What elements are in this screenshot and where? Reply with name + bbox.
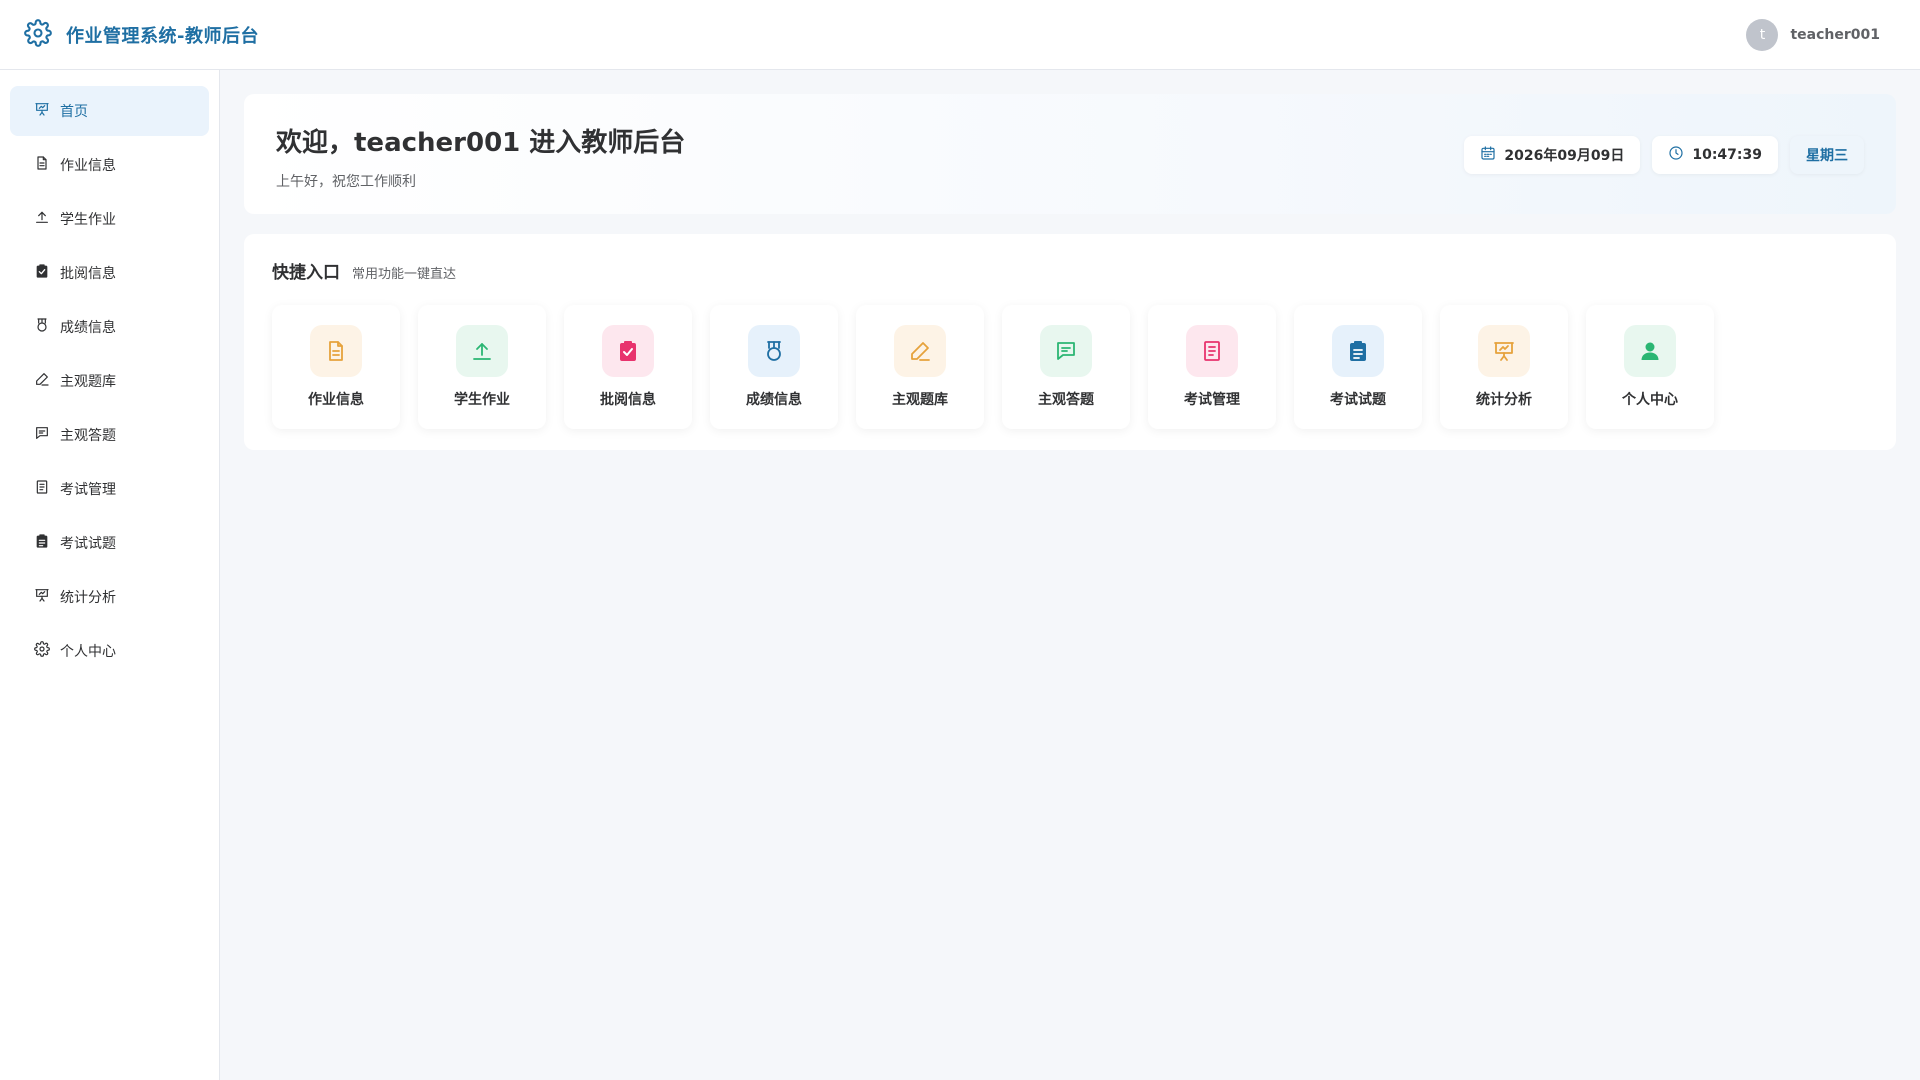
brand[interactable]: 作业管理系统-教师后台 xyxy=(24,18,259,51)
time-chip: 10:47:39 xyxy=(1652,136,1778,174)
quick-card-label: 批阅信息 xyxy=(600,392,656,408)
quick-card-label: 主观答题 xyxy=(1038,392,1094,408)
sidebar: 首页 作业信息 学生作业 批阅信息 成绩信息 主观题库 主观答题 考试管理 考试… xyxy=(0,70,220,1080)
quick-card-exam-questions[interactable]: 考试试题 xyxy=(1294,305,1422,429)
sidebar-item-label: 学生作业 xyxy=(60,212,116,228)
quick-card-label: 个人中心 xyxy=(1622,392,1678,408)
quick-card-personal-center[interactable]: 个人中心 xyxy=(1586,305,1714,429)
quick-card-label: 主观题库 xyxy=(892,392,948,408)
user-icon xyxy=(1624,325,1676,377)
calendar-icon xyxy=(1480,145,1496,165)
weekday-chip: 星期三 xyxy=(1790,136,1864,174)
welcome-banner: 欢迎，teacher001 进入教师后台 上午好，祝您工作顺利 2026年09月… xyxy=(244,94,1896,214)
medal-icon xyxy=(34,317,50,337)
chart-board-icon xyxy=(34,587,50,607)
quick-access-panel: 快捷入口 常用功能一键直达 作业信息 学生作业 批阅信息 成绩信息 主观题库 主… xyxy=(244,234,1896,450)
sidebar-item-grade-info[interactable]: 成绩信息 xyxy=(10,302,209,352)
quick-access-subtitle: 常用功能一键直达 xyxy=(352,267,457,282)
edit-pen-icon xyxy=(894,325,946,377)
sidebar-item-label: 统计分析 xyxy=(60,590,116,606)
sidebar-item-exam-management[interactable]: 考试管理 xyxy=(10,464,209,514)
chat-icon xyxy=(34,425,50,445)
sidebar-item-label: 成绩信息 xyxy=(60,320,116,336)
notebook-icon xyxy=(34,479,50,499)
clipboard-list-icon xyxy=(1332,325,1384,377)
sidebar-item-homework-info[interactable]: 作业信息 xyxy=(10,140,209,190)
sidebar-item-home[interactable]: 首页 xyxy=(10,86,209,136)
sidebar-item-label: 个人中心 xyxy=(60,644,116,660)
user-menu[interactable]: t teacher001 xyxy=(1746,18,1896,51)
sidebar-item-label: 批阅信息 xyxy=(60,266,116,282)
quick-card-label: 学生作业 xyxy=(454,392,510,408)
date-chip: 2026年09月09日 xyxy=(1464,136,1641,174)
quick-card-grade-info[interactable]: 成绩信息 xyxy=(710,305,838,429)
sidebar-item-label: 考试管理 xyxy=(60,482,116,498)
clipboard-check-icon xyxy=(34,263,50,283)
chat-icon xyxy=(1040,325,1092,377)
time-text: 10:47:39 xyxy=(1692,147,1762,163)
upload-icon xyxy=(34,209,50,229)
sidebar-item-label: 主观题库 xyxy=(60,374,116,390)
chart-board-icon xyxy=(1478,325,1530,377)
sidebar-item-subjective-answer[interactable]: 主观答题 xyxy=(10,410,209,460)
sidebar-item-label: 考试试题 xyxy=(60,536,116,552)
datetime-chips: 2026年09月09日 10:47:39 星期三 xyxy=(1464,136,1864,174)
quick-access-cards: 作业信息 学生作业 批阅信息 成绩信息 主观题库 主观答题 考试管理 考试试题 … xyxy=(272,305,1868,429)
top-header: 作业管理系统-教师后台 t teacher001 xyxy=(0,0,1920,70)
gear-icon xyxy=(24,18,52,51)
date-text: 2026年09月09日 xyxy=(1504,148,1625,164)
sidebar-item-student-homework[interactable]: 学生作业 xyxy=(10,194,209,244)
quick-card-review-info[interactable]: 批阅信息 xyxy=(564,305,692,429)
quick-card-statistics[interactable]: 统计分析 xyxy=(1440,305,1568,429)
avatar[interactable]: t xyxy=(1746,18,1779,51)
quick-card-label: 考试管理 xyxy=(1184,392,1240,408)
quick-card-label: 考试试题 xyxy=(1330,392,1386,408)
quick-access-header: 快捷入口 常用功能一键直达 xyxy=(272,258,1868,283)
quick-card-label: 统计分析 xyxy=(1476,392,1532,408)
quick-card-exam-management[interactable]: 考试管理 xyxy=(1148,305,1276,429)
main-content: 欢迎，teacher001 进入教师后台 上午好，祝您工作顺利 2026年09月… xyxy=(244,94,1896,450)
quick-card-subjective-bank[interactable]: 主观题库 xyxy=(856,305,984,429)
username[interactable]: teacher001 xyxy=(1790,27,1880,43)
quick-card-student-homework[interactable]: 学生作业 xyxy=(418,305,546,429)
upload-icon xyxy=(456,325,508,377)
sidebar-item-exam-questions[interactable]: 考试试题 xyxy=(10,518,209,568)
sidebar-item-label: 作业信息 xyxy=(60,158,116,174)
clipboard-check-icon xyxy=(602,325,654,377)
edit-pen-icon xyxy=(34,371,50,391)
sidebar-item-subjective-bank[interactable]: 主观题库 xyxy=(10,356,209,406)
clipboard-list-icon xyxy=(34,533,50,553)
quick-card-subjective-answer[interactable]: 主观答题 xyxy=(1002,305,1130,429)
sidebar-item-label: 主观答题 xyxy=(60,428,116,444)
quick-card-homework-info[interactable]: 作业信息 xyxy=(272,305,400,429)
sidebar-item-personal-center[interactable]: 个人中心 xyxy=(10,626,209,676)
quick-card-label: 成绩信息 xyxy=(746,392,802,408)
medal-icon xyxy=(748,325,800,377)
gear-icon xyxy=(34,641,50,661)
clock-icon xyxy=(1668,145,1684,165)
presentation-icon xyxy=(34,101,50,121)
sidebar-item-label: 首页 xyxy=(60,104,88,120)
document-icon xyxy=(34,155,50,175)
quick-card-label: 作业信息 xyxy=(308,392,364,408)
weekday-text: 星期三 xyxy=(1806,148,1848,164)
notebook-icon xyxy=(1186,325,1238,377)
sidebar-item-statistics[interactable]: 统计分析 xyxy=(10,572,209,622)
quick-access-title: 快捷入口 xyxy=(272,263,340,283)
app-title: 作业管理系统-教师后台 xyxy=(66,25,259,47)
sidebar-item-review-info[interactable]: 批阅信息 xyxy=(10,248,209,298)
welcome-subtitle: 上午好，祝您工作顺利 xyxy=(276,174,416,190)
document-icon xyxy=(310,325,362,377)
